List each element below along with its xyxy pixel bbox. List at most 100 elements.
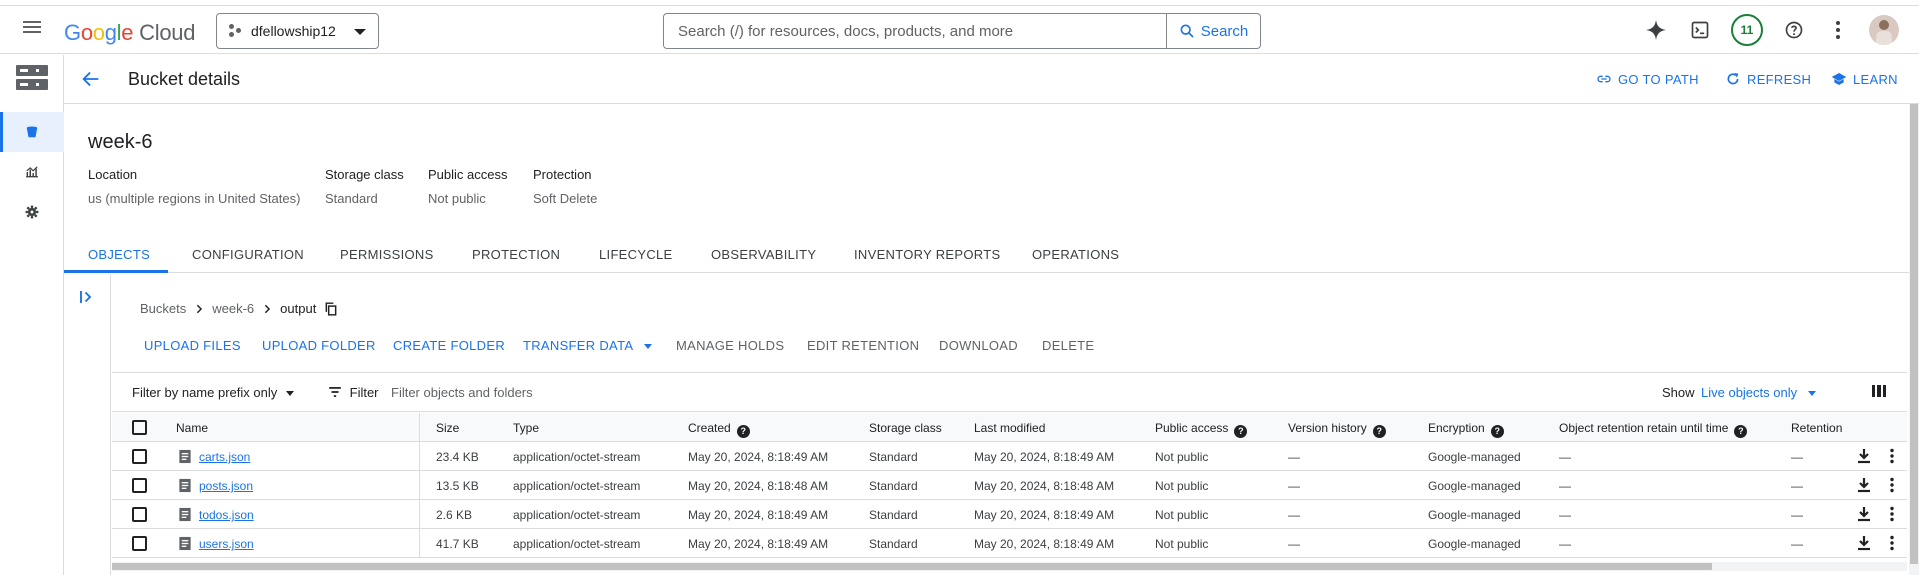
more-vert-icon[interactable] [1884, 506, 1900, 522]
help-icon[interactable]: ? [1372, 425, 1386, 438]
learn-button[interactable]: LEARN [1831, 71, 1898, 87]
col-name[interactable]: Name [176, 421, 208, 435]
col-encryption[interactable]: Encryption? [1428, 421, 1504, 438]
object-name-link[interactable]: todos.json [199, 508, 254, 522]
download-icon[interactable] [1856, 506, 1872, 522]
object-retention: — [1791, 537, 1803, 551]
upload-folder-button[interactable]: UPLOAD FOLDER [262, 338, 376, 353]
filter-input[interactable]: Filter objects and folders [391, 385, 533, 400]
more-vert-icon[interactable] [1884, 477, 1900, 493]
more-vert-icon[interactable] [1884, 535, 1900, 551]
object-retention: — [1791, 508, 1803, 522]
col-public-access[interactable]: Public access? [1155, 421, 1248, 438]
object-storage-class: Standard [869, 479, 918, 493]
help-icon[interactable]: ? [1490, 425, 1504, 438]
filter-button[interactable]: Filter [328, 385, 379, 400]
col-version-history[interactable]: Version history? [1288, 421, 1386, 438]
object-public-access: Not public [1155, 450, 1209, 464]
filter-bar: Filter by name prefix only Filter Filter… [112, 372, 1907, 412]
tab-operations[interactable]: OPERATIONS [1032, 247, 1119, 262]
rail-settings-icon[interactable] [0, 192, 64, 232]
transfer-data-button[interactable]: TRANSFER DATA [523, 338, 653, 353]
column-display-icon[interactable] [1872, 384, 1886, 401]
object-version-history: — [1288, 508, 1300, 522]
main-menu-icon[interactable] [20, 18, 44, 42]
help-icon[interactable]: ? [1234, 425, 1248, 438]
download-icon[interactable] [1856, 448, 1872, 464]
project-picker[interactable]: dfellowship12 [216, 13, 379, 49]
notifications-badge[interactable]: 11 [1731, 14, 1763, 46]
horizontal-scrollbar[interactable] [112, 562, 1907, 571]
tab-inventory-reports[interactable]: INVENTORY REPORTS [854, 247, 1000, 262]
filter-icon [329, 387, 341, 397]
object-type: application/octet-stream [513, 537, 641, 551]
col-size[interactable]: Size [436, 421, 459, 435]
vertical-scroll-thumb[interactable] [1910, 104, 1918, 564]
tab-objects[interactable]: OBJECTS [88, 247, 150, 262]
download-icon[interactable] [1856, 535, 1872, 551]
account-avatar[interactable] [1869, 15, 1899, 45]
object-encryption: Google-managed [1428, 508, 1521, 522]
col-last-modified[interactable]: Last modified [974, 421, 1045, 435]
object-name-link[interactable]: carts.json [199, 450, 250, 464]
object-created: May 20, 2024, 8:18:49 AM [688, 508, 829, 522]
google-cloud-logo[interactable]: Google Cloud [64, 20, 195, 46]
more-vert-icon[interactable] [1825, 17, 1851, 43]
breadcrumb-buckets[interactable]: Buckets [140, 301, 186, 316]
download-button[interactable]: DOWNLOAD [939, 338, 1018, 353]
select-all-checkbox[interactable] [132, 420, 147, 435]
chevron-right-icon [264, 304, 271, 313]
col-created[interactable]: Created? [688, 421, 750, 438]
help-icon[interactable]: ? [736, 425, 750, 438]
vertical-scrollbar[interactable] [1909, 104, 1919, 575]
edit-retention-button[interactable]: EDIT RETENTION [807, 338, 919, 353]
tab-observability[interactable]: OBSERVABILITY [711, 247, 816, 262]
row-checkbox[interactable] [132, 507, 147, 522]
col-type[interactable]: Type [513, 421, 539, 435]
create-folder-button[interactable]: CREATE FOLDER [393, 338, 505, 353]
search-input[interactable] [664, 14, 1166, 48]
upload-files-button[interactable]: UPLOAD FILES [144, 338, 241, 353]
row-checkbox[interactable] [132, 449, 147, 464]
horizontal-scroll-thumb[interactable] [112, 563, 1712, 570]
expand-panel-icon[interactable] [78, 288, 96, 311]
caret-down-icon [1807, 391, 1816, 396]
row-checkbox[interactable] [132, 478, 147, 493]
cloud-shell-icon[interactable] [1687, 17, 1713, 43]
prefix-filter-dropdown[interactable]: Filter by name prefix only [132, 385, 295, 400]
manage-holds-button[interactable]: MANAGE HOLDS [676, 338, 784, 353]
rail-monitoring-icon[interactable] [0, 152, 64, 192]
tab-bar: OBJECTS CONFIGURATION PERMISSIONS PROTEC… [64, 239, 1919, 273]
object-name-link[interactable]: posts.json [199, 479, 253, 493]
col-retention[interactable]: Retention [1791, 421, 1842, 435]
object-version-history: — [1288, 450, 1300, 464]
delete-button[interactable]: DELETE [1042, 338, 1094, 353]
object-name-link[interactable]: users.json [199, 537, 254, 551]
rail-buckets-icon[interactable] [0, 112, 64, 152]
refresh-button[interactable]: REFRESH [1725, 71, 1811, 87]
show-objects-value: Live objects only [1701, 385, 1798, 400]
tab-protection[interactable]: PROTECTION [472, 247, 560, 262]
download-icon[interactable] [1856, 477, 1872, 493]
breadcrumb-bucket[interactable]: week-6 [212, 301, 254, 316]
go-to-path-button[interactable]: GO TO PATH [1596, 71, 1699, 87]
object-retain-until: — [1559, 450, 1571, 464]
storage-product-icon[interactable] [16, 65, 48, 93]
col-storage-class[interactable]: Storage class [869, 421, 942, 435]
tab-configuration[interactable]: CONFIGURATION [192, 247, 304, 262]
gemini-sparkle-icon[interactable] [1643, 17, 1669, 43]
col-retain-until[interactable]: Object retention retain until time? [1559, 421, 1748, 438]
row-checkbox[interactable] [132, 536, 147, 551]
active-tab-indicator [64, 270, 168, 273]
help-icon[interactable]: ? [1734, 425, 1748, 438]
tab-lifecycle[interactable]: LIFECYCLE [599, 247, 673, 262]
help-icon[interactable] [1781, 17, 1807, 43]
more-vert-icon[interactable] [1884, 448, 1900, 464]
search-button[interactable]: Search [1166, 14, 1260, 48]
show-objects-dropdown[interactable]: Live objects only [1701, 385, 1817, 400]
back-arrow-icon[interactable] [80, 68, 104, 92]
tab-permissions[interactable]: PERMISSIONS [340, 247, 434, 262]
copy-icon[interactable] [324, 301, 338, 316]
project-name: dfellowship12 [251, 23, 336, 39]
object-public-access: Not public [1155, 537, 1209, 551]
